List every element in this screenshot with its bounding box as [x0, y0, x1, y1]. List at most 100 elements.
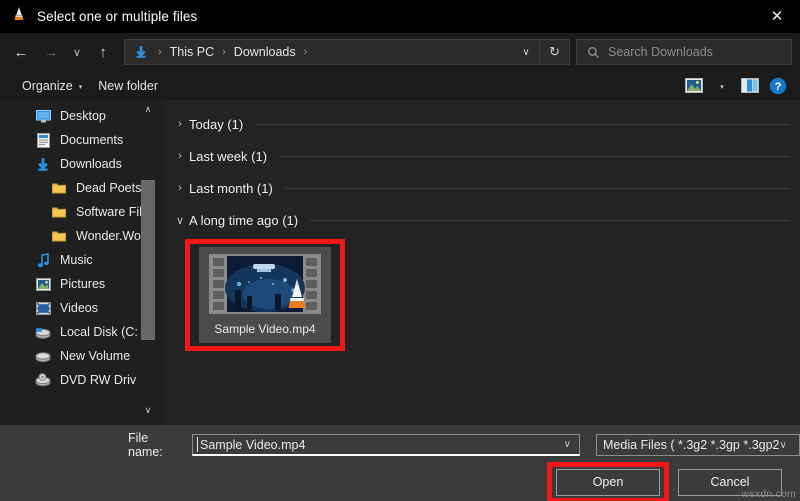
sidebar-item-software-files[interactable]: Software Fil: [0, 200, 163, 224]
harddisk-icon: [32, 326, 54, 339]
sidebar-item-new-volume[interactable]: New Volume: [0, 344, 163, 368]
sidebar-item-videos[interactable]: Videos: [0, 296, 163, 320]
downloads-arrow-icon: [134, 45, 148, 59]
forward-button[interactable]: →: [36, 37, 66, 67]
chevron-down-icon: ▾: [720, 83, 724, 91]
filename-value: Sample Video.mp4: [200, 437, 306, 452]
pictures-icon: [32, 277, 54, 291]
sidebar-item-wonder-woman[interactable]: Wonder.Wo: [0, 224, 163, 248]
sidebar-label: DVD RW Driv: [60, 373, 137, 387]
navigation-pane: Desktop Documents Downloads Dead Poets S…: [0, 100, 163, 425]
group-title: Today (1): [189, 116, 244, 132]
folder-icon: [48, 182, 70, 194]
title-bar: Select one or multiple files ✕: [0, 0, 800, 33]
window-title: Select one or multiple files: [37, 9, 198, 24]
sidebar-item-dead-poets[interactable]: Dead Poets: [0, 176, 163, 200]
group-title: Last month (1): [189, 180, 273, 196]
chevron-right-icon[interactable]: ›: [171, 150, 189, 162]
open-button[interactable]: Open: [556, 468, 660, 496]
folder-icon: [48, 230, 70, 242]
file-item-sample-video[interactable]: Sample Video.mp4: [199, 247, 331, 343]
search-box[interactable]: Search Downloads: [576, 39, 792, 65]
file-list-pane: › Today (1) › Last week (1) › Last month…: [163, 100, 800, 425]
scrollbar-thumb[interactable]: [141, 180, 155, 340]
file-name-label: Sample Video.mp4: [214, 322, 316, 336]
chevron-right-icon[interactable]: ›: [171, 182, 189, 194]
watermark: wsxdn.com: [741, 488, 796, 500]
sidebar-label: Pictures: [60, 277, 106, 291]
sidebar-label: Dead Poets: [76, 181, 142, 195]
scroll-down-icon[interactable]: ∨: [141, 403, 155, 417]
sidebar-label: Documents: [60, 133, 124, 147]
sidebar-item-local-disk[interactable]: Local Disk (C:: [0, 320, 163, 344]
documents-icon: [32, 132, 54, 148]
search-icon: [587, 46, 600, 59]
button-row: Open Cancel: [0, 461, 800, 501]
command-toolbar: Organize ▾ New folder ▾ ?: [0, 71, 800, 100]
organize-label: Organize: [22, 78, 73, 93]
desktop-icon: [32, 109, 54, 123]
recent-locations-button[interactable]: ∨: [66, 37, 88, 67]
sidebar-label: Videos: [60, 301, 98, 315]
group-header-last-month[interactable]: › Last month (1): [171, 172, 790, 204]
preview-pane-icon[interactable]: [736, 75, 764, 97]
group-divider: [255, 123, 790, 125]
group-divider: [310, 219, 790, 221]
breadcrumb-downloads[interactable]: Downloads: [231, 45, 299, 59]
sidebar-item-pictures[interactable]: Pictures: [0, 272, 163, 296]
sidebar-label: Local Disk (C:: [60, 325, 138, 339]
scroll-up-icon[interactable]: ∧: [141, 102, 155, 116]
new-folder-label: New folder: [98, 78, 158, 93]
dialog-body: Desktop Documents Downloads Dead Poets S…: [0, 100, 800, 425]
svg-text:?: ?: [775, 81, 782, 93]
view-layout-icon[interactable]: [680, 75, 708, 97]
sidebar-item-documents[interactable]: Documents: [0, 128, 163, 152]
close-icon[interactable]: ✕: [754, 0, 800, 33]
breadcrumb-separator-0: ›: [158, 46, 162, 58]
file-open-dialog: Select one or multiple files ✕ ← → ∨ ↑ ›…: [0, 0, 800, 501]
selected-file-wrapper: Sample Video.mp4: [185, 239, 345, 351]
sidebar-label: Software Fil: [76, 205, 142, 219]
new-folder-button[interactable]: New folder: [90, 75, 166, 97]
group-divider: [284, 187, 790, 189]
up-button[interactable]: ↑: [88, 37, 118, 67]
refresh-icon[interactable]: ↻: [539, 40, 569, 64]
downloads-icon: [32, 157, 54, 172]
sidebar-item-dvd-drive[interactable]: DVD RW Driv: [0, 368, 163, 392]
filetype-dropdown[interactable]: Media Files ( *.3g2 *.3gp *.3gp2 ∨: [596, 434, 800, 456]
sidebar-scrollbar[interactable]: ∧ ∨: [141, 102, 155, 417]
search-input[interactable]: Search Downloads: [608, 45, 713, 59]
videos-icon: [32, 301, 54, 315]
address-bar[interactable]: › This PC › Downloads › ∨ ↻: [124, 39, 570, 65]
breadcrumb-this-pc[interactable]: This PC: [167, 45, 217, 59]
sidebar-item-downloads[interactable]: Downloads: [0, 152, 163, 176]
chevron-down-icon[interactable]: ∨: [564, 439, 579, 450]
chevron-down-icon[interactable]: ∨: [171, 214, 189, 227]
chevron-right-icon[interactable]: ›: [171, 118, 189, 130]
sidebar-label: New Volume: [60, 349, 131, 363]
breadcrumb-separator-1: ›: [222, 46, 226, 58]
sidebar-label: Wonder.Wo: [76, 229, 141, 243]
sidebar-label: Desktop: [60, 109, 106, 123]
group-header-today[interactable]: › Today (1): [171, 108, 790, 140]
sidebar-item-desktop[interactable]: Desktop: [0, 104, 163, 128]
group-header-last-week[interactable]: › Last week (1): [171, 140, 790, 172]
group-divider: [279, 155, 790, 157]
sidebar-item-music[interactable]: Music: [0, 248, 163, 272]
chevron-down-icon[interactable]: ∨: [780, 440, 795, 451]
help-button[interactable]: ?: [764, 75, 792, 97]
chevron-down-icon: ▾: [78, 83, 83, 91]
breadcrumb-separator-2[interactable]: ›: [299, 46, 313, 58]
organize-button[interactable]: Organize ▾: [14, 75, 90, 97]
sidebar-label: Downloads: [60, 157, 122, 171]
dialog-footer: File name: Sample Video.mp4 ∨ Media File…: [0, 425, 800, 501]
back-button[interactable]: ←: [6, 37, 36, 67]
file-grid: Sample Video.mp4: [171, 236, 790, 351]
filename-input[interactable]: Sample Video.mp4 ∨: [192, 434, 580, 456]
filetype-value: Media Files ( *.3g2 *.3gp *.3gp2: [603, 438, 780, 452]
group-title: Last week (1): [189, 148, 268, 164]
chevron-down-icon[interactable]: ∨: [513, 40, 539, 64]
filename-label: File name:: [128, 431, 163, 459]
view-dropdown-button[interactable]: ▾: [708, 75, 736, 97]
group-header-a-long-time-ago[interactable]: ∨ A long time ago (1): [171, 204, 790, 236]
